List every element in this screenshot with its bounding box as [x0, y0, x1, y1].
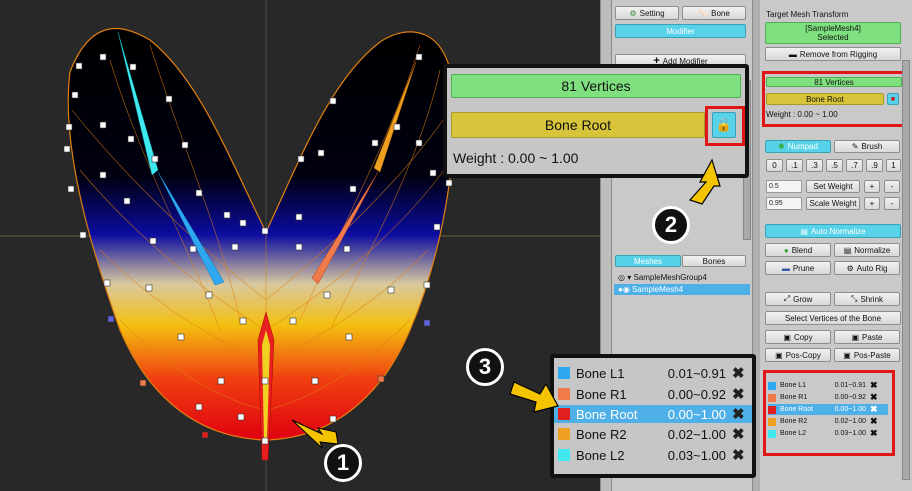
callout-arrows	[509, 158, 721, 413]
callout-1: 1	[324, 444, 362, 482]
callout-2: 2	[652, 206, 690, 244]
callout-3: 3	[466, 348, 504, 386]
arrow-2-pointer	[688, 158, 721, 205]
arrow-3-pointer	[509, 381, 559, 413]
